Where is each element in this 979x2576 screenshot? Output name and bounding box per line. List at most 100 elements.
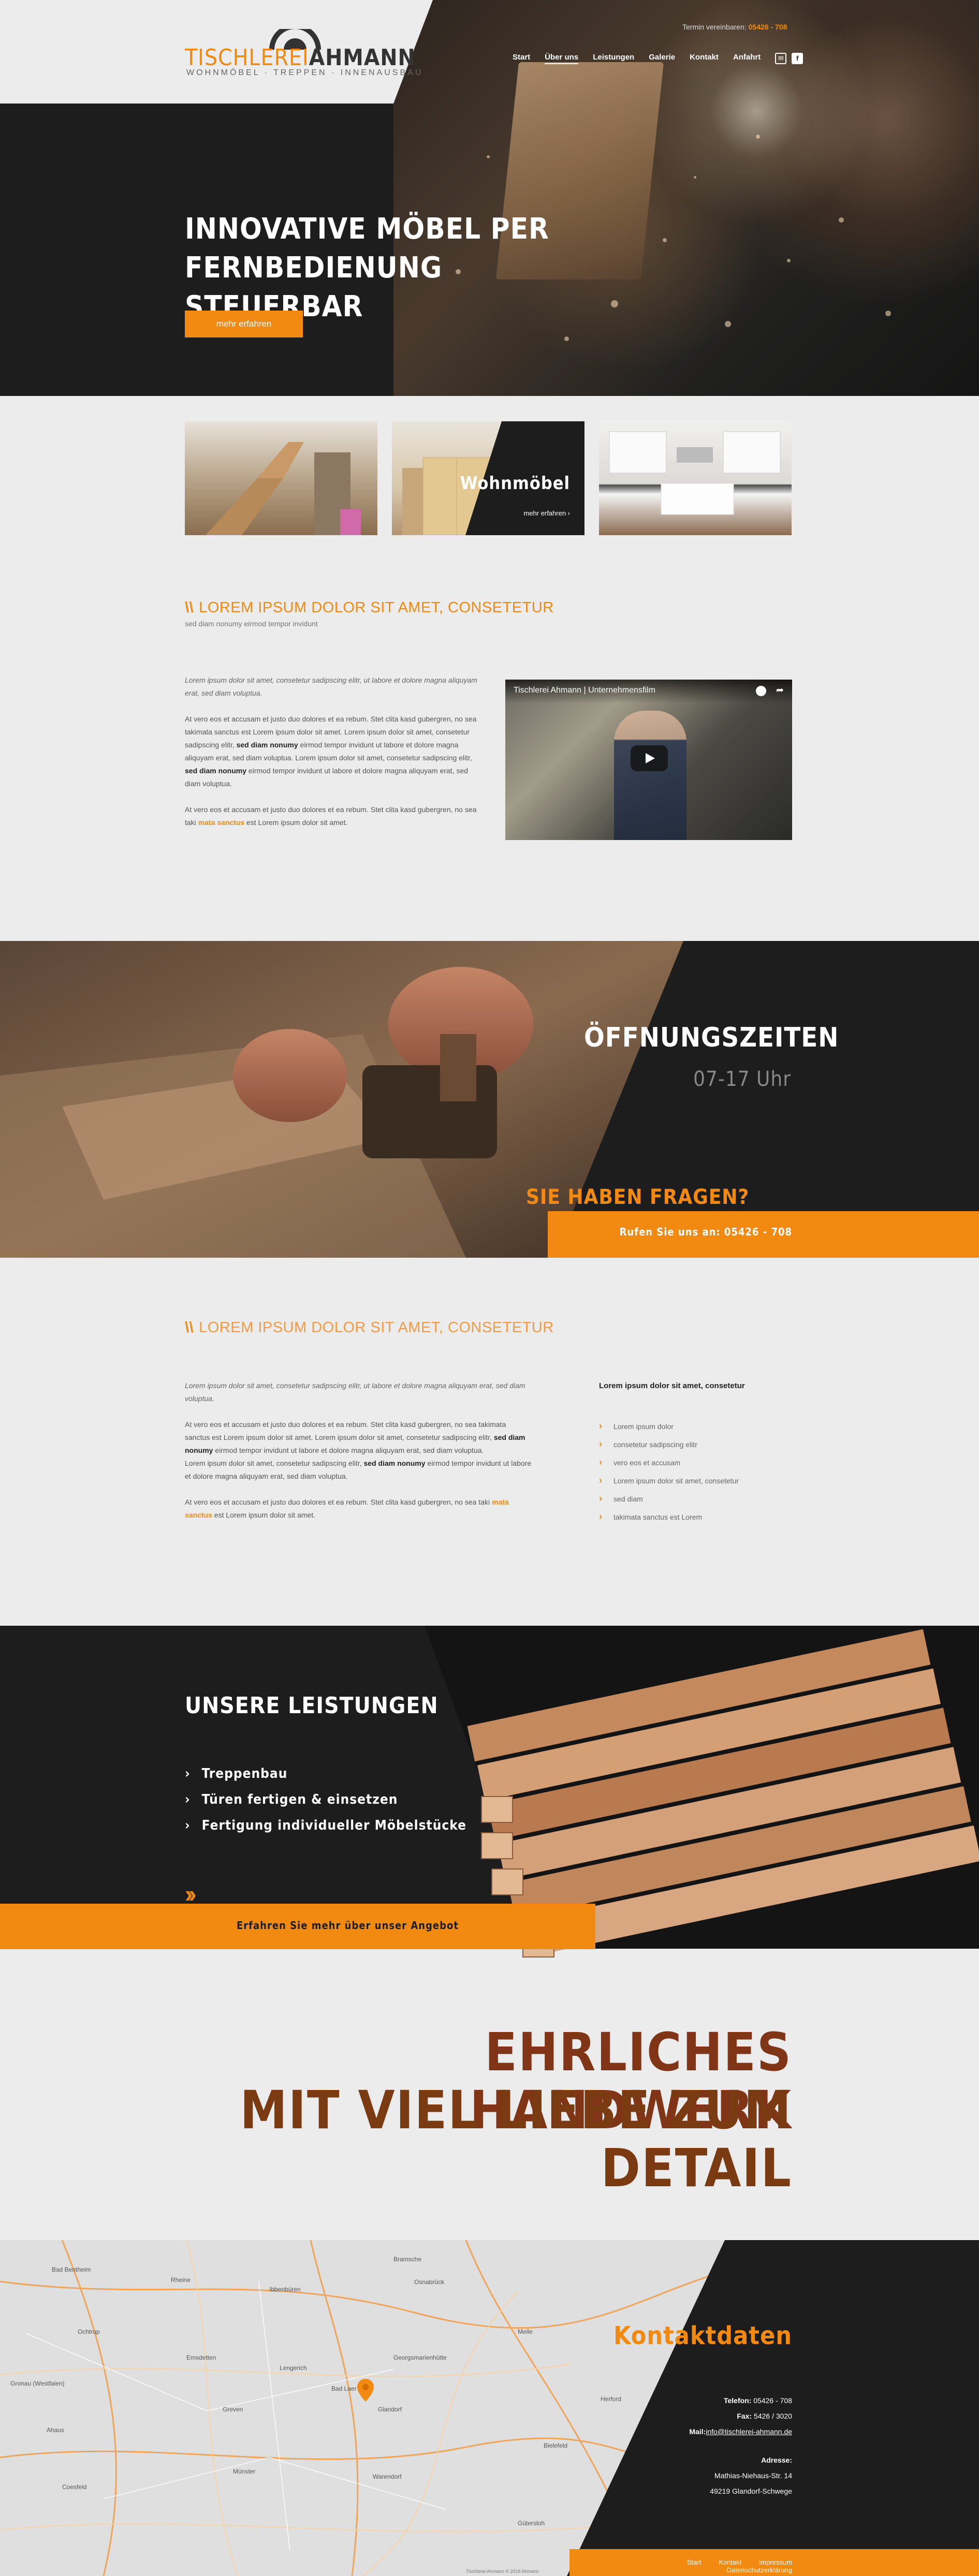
map-town: Münster (233, 2468, 256, 2475)
map-town: Ahaus (47, 2426, 65, 2434)
service-item[interactable]: Fertigung individueller Möbelstücke (185, 1818, 466, 1844)
footer-link-kontakt[interactable]: Kontakt (719, 2558, 741, 2566)
hours-title: ÖFFNUNGSZEITEN (584, 1022, 839, 1053)
header-background-shape (0, 0, 433, 104)
hours-time: 07-17 Uhr (693, 1067, 791, 1091)
list-title: Lorem ipsum dolor sit amet, consetetur (599, 1381, 745, 1390)
address-label: Adresse: (761, 2456, 792, 2464)
nav-start[interactable]: Start (513, 53, 530, 64)
footer-link-start[interactable]: Start (687, 2558, 701, 2566)
list-item: Lorem ipsum dolor sit amet, consetetur (599, 1475, 739, 1493)
services-title: UNSERE LEISTUNGEN (185, 1692, 439, 1719)
appointment-phone[interactable]: 05426 - 708 (749, 23, 787, 31)
map-town: Melle (518, 2328, 533, 2335)
hero-more-button[interactable]: mehr erfahren (185, 311, 303, 337)
services-list: Treppenbau Türen fertigen & einsetzen Fe… (185, 1766, 466, 1844)
share-icon[interactable]: ➦ (776, 685, 784, 696)
map-town: Rheine (171, 2276, 191, 2284)
list-item: takimata sanctus est Lorem (599, 1511, 739, 1529)
logo-subtitle: WOHNMÖBEL · TREPPEN · INNENAUSBAU (186, 68, 423, 77)
map-town: Warendorf (373, 2473, 402, 2480)
section1-title: \\ LOREM IPSUM DOLOR SIT AMET, CONSETETUR (185, 599, 554, 616)
logo[interactable]: TISCHLEREIAHMANN (185, 45, 416, 71)
video-thumbnail-person (614, 711, 686, 840)
tile-kueche[interactable] (599, 421, 792, 535)
map-town: Georgsmarienhütte (393, 2354, 447, 2361)
intro-paragraph: Lorem ipsum dolor sit amet, consetetur s… (185, 676, 477, 697)
map-town: Gütersloh (518, 2520, 545, 2527)
nav-ueber-uns[interactable]: Über uns (545, 53, 579, 64)
woodwork-photo (0, 941, 683, 1258)
map-town: Ibbenbüren (269, 2286, 301, 2293)
call-us-text[interactable]: Rufen Sie uns an: 05426 - 708 (548, 1226, 792, 1238)
body-paragraph-2: Lorem ipsum dolor sit amet, consetetur s… (185, 1459, 532, 1480)
stairs-image (206, 442, 361, 535)
section1-subtitle: sed diam nonumy eirmod tempor invidunt (185, 620, 318, 628)
double-chevron-icon: ›› (185, 1880, 196, 1907)
tile-wohnmoebel[interactable]: Wohnmöbel mehr erfahren › (392, 421, 585, 535)
footer-link-datenschutz[interactable]: Datenschutzerklärung (727, 2566, 792, 2574)
services-more-link[interactable]: Erfahren Sie mehr über unser Angebot (237, 1919, 459, 1932)
title-slashes: \\ (185, 599, 194, 616)
intro-paragraph: Lorem ipsum dolor sit amet, consetetur s… (185, 1381, 525, 1403)
logo-main-light: TISCHLEREI (185, 45, 309, 71)
nav-anfahrt[interactable]: Anfahrt (733, 53, 761, 64)
map-town: Emsdetten (186, 2354, 216, 2361)
section1-title-text: LOREM IPSUM DOLOR SIT AMET, CONSETETUR (199, 599, 554, 616)
footer-link-impressum[interactable]: Impressum (759, 2558, 792, 2566)
list-item: sed diam (599, 1493, 739, 1511)
body-paragraph: At vero eos et accusam et justo duo dolo… (185, 715, 477, 788)
map-town: Lengerich (280, 2364, 307, 2372)
section2-text: Lorem ipsum dolor sit amet, consetetur s… (185, 1379, 532, 1522)
services-section (0, 1626, 979, 1958)
list-item: Lorem ipsum dolor (599, 1421, 739, 1439)
map-town: Greven (223, 2406, 243, 2413)
tile-treppe[interactable] (185, 421, 377, 535)
map-town: Bad Bentheim (52, 2266, 91, 2273)
tile-label: Wohnmöbel (460, 473, 570, 494)
contact-fax: Fax: 5426 / 3020 (737, 2412, 792, 2420)
footer-links: Start Kontakt Impressum Datenschutzerklä… (595, 2558, 792, 2574)
section1-text: Lorem ipsum dolor sit amet, consetetur s… (185, 674, 481, 829)
address-city: 49219 Glandorf-Schwege (710, 2487, 792, 2495)
section2-title: \\ LOREM IPSUM DOLOR SIT AMET, CONSETETUR (185, 1319, 554, 1336)
copyright: Tischlerei Ahmann © 2018 Ahmann (466, 2569, 539, 2574)
map-town: Osnabrück (414, 2278, 445, 2286)
facebook-icon[interactable]: f (792, 53, 803, 64)
contact-mail[interactable]: Mail:info@tischlerei-ahmann.de (611, 2427, 792, 2436)
map-town: Bad Laer (331, 2385, 357, 2392)
body-paragraph-2: At vero eos et accusam et justo duo dolo… (185, 805, 477, 827)
map-town: Coesfeld (62, 2483, 87, 2491)
clock-icon[interactable] (756, 686, 766, 696)
body-paragraph-3: At vero eos et accusam et justo duo dolo… (185, 1498, 509, 1519)
appointment-info: Termin vereinbaren: 05426 - 708 (682, 23, 787, 31)
list-item: consetetur sadipscing elitr (599, 1439, 739, 1457)
kitchen-image (609, 431, 781, 515)
service-item[interactable]: Türen fertigen & einsetzen (185, 1792, 466, 1818)
play-button[interactable] (631, 745, 668, 771)
video-player[interactable]: Tischlerei Ahmann | Unternehmensfilm ➦ (505, 680, 792, 840)
nav-galerie[interactable]: Galerie (649, 53, 675, 64)
map-town: Glandorf (378, 2406, 402, 2413)
map-town: Gronau (Westfalen) (10, 2380, 65, 2387)
opening-hours-section (0, 941, 979, 1258)
address-street: Mathias-Niehaus-Str. 14 (714, 2471, 792, 2480)
feature-list: Lorem ipsum dolor consetetur sadipscing … (599, 1421, 739, 1529)
header-bar (0, 0, 979, 104)
map-roads (0, 2240, 979, 2576)
video-title[interactable]: Tischlerei Ahmann | Unternehmensfilm (514, 686, 655, 695)
hero-title: INNOVATIVE MÖBEL PER FERNBEDIENUNG STEUE… (185, 212, 549, 323)
mail-icon[interactable]: ✉ (775, 53, 787, 64)
list-item: vero eos et accusam (599, 1457, 739, 1475)
tile-more-link[interactable]: mehr erfahren › (523, 509, 570, 517)
title-slashes: \\ (185, 1319, 194, 1336)
service-item[interactable]: Treppenbau (185, 1766, 466, 1792)
nav-leistungen[interactable]: Leistungen (593, 53, 634, 64)
map-town: Ochtrup (78, 2328, 100, 2335)
slogan-line-2: MIT VIEL LIEBE ZUM DETAIL (240, 2080, 792, 2199)
map[interactable]: Bad Bentheim Rheine Ibbenbüren Osnabrück… (0, 2240, 979, 2576)
contact-title: Kontaktdaten (613, 2321, 792, 2350)
map-pin-icon[interactable] (357, 2379, 374, 2402)
nav-kontakt[interactable]: Kontakt (690, 53, 719, 64)
contact-phone: Telefon: 05426 - 708 (723, 2396, 792, 2405)
